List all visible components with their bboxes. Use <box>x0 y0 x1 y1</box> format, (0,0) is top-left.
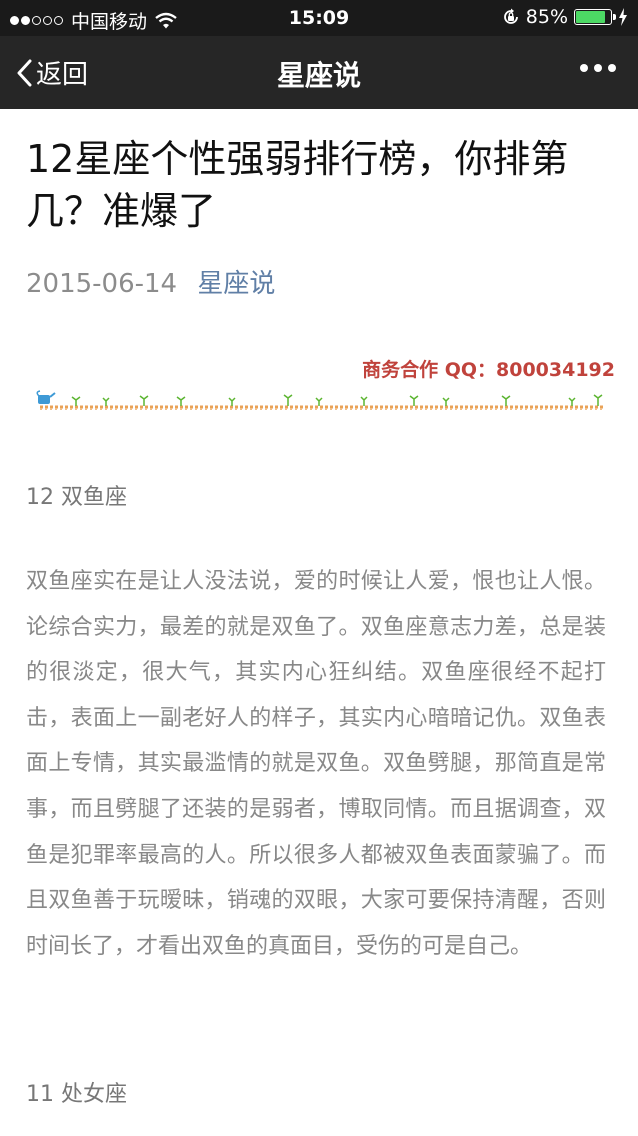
more-dot <box>608 64 616 72</box>
grass-divider <box>36 390 604 410</box>
article-content: 12星座个性强弱排行榜，你排第几？准爆了 2015-06-14 星座说 商务合作… <box>0 109 638 1107</box>
account-link[interactable]: 星座说 <box>197 269 275 299</box>
watering-can-icon <box>36 390 56 404</box>
more-dot <box>580 64 588 72</box>
status-right: 85% <box>502 6 628 28</box>
article-paragraph: 双鱼座实在是让人没法说，爱的时候让人爱，恨也让人恨。论综合实力，最差的就是双鱼了… <box>26 569 606 959</box>
sprout-icon <box>71 394 603 406</box>
charging-bolt-icon <box>619 8 627 26</box>
battery-icon <box>574 9 616 25</box>
orientation-lock-icon <box>503 8 518 24</box>
article-meta: 2015-06-14 星座说 <box>26 263 612 300</box>
more-dot <box>594 64 602 72</box>
business-contact: 商务合作 QQ：800034192 <box>362 359 615 381</box>
section-heading: 11 处女座 <box>26 1082 127 1107</box>
banner: 商务合作 QQ：800034192 <box>30 351 615 421</box>
nav-bar: 返回 星座说 <box>0 36 638 109</box>
article-title: 12星座个性强弱排行榜，你排第几？准爆了 <box>26 137 569 233</box>
section-heading: 12 双鱼座 <box>26 485 127 510</box>
battery-percent: 85% <box>525 6 568 28</box>
nav-title: 星座说 <box>276 59 361 92</box>
battery-fill <box>576 11 605 23</box>
more-icon[interactable] <box>580 58 616 78</box>
status-bar: 中国移动 15:09 85% <box>0 0 638 36</box>
article-date: 2015-06-14 <box>26 269 178 299</box>
